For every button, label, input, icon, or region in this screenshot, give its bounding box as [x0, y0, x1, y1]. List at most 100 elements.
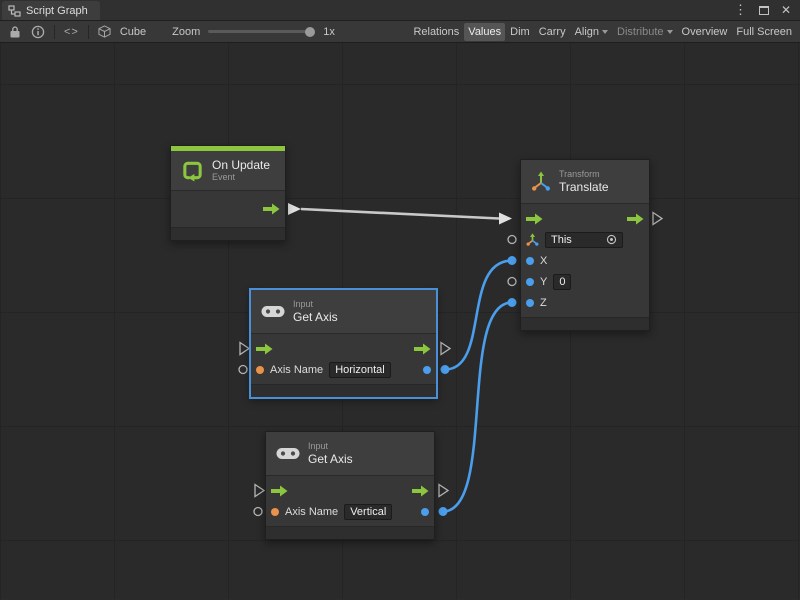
- axis-name-input-port[interactable]: [271, 508, 279, 516]
- node-title: Get Axis: [308, 452, 353, 466]
- flow-row: [266, 480, 434, 501]
- node-on-update[interactable]: On Update Event: [170, 145, 286, 241]
- zoom-slider-handle[interactable]: [305, 27, 315, 37]
- getaxis-v-flow-out-indicator[interactable]: [439, 485, 448, 497]
- axis-name-row: Axis Name Vertical: [266, 501, 434, 522]
- lock-icon: [9, 25, 21, 39]
- connection-horizontal-to-x[interactable]: [441, 256, 517, 374]
- y-value-field[interactable]: 0: [553, 274, 571, 290]
- translate-flow-out-indicator[interactable]: [653, 213, 662, 225]
- result-output-port[interactable]: [423, 366, 431, 374]
- node-get-axis-horizontal[interactable]: Input Get Axis Axis Name Horizontal: [250, 289, 437, 398]
- window-controls: ⋮ ✕: [734, 0, 800, 20]
- overview-button[interactable]: Overview: [678, 23, 732, 41]
- node-title: Get Axis: [293, 310, 338, 324]
- axis-name-row: Axis Name Horizontal: [251, 359, 436, 380]
- close-icon[interactable]: ✕: [781, 3, 791, 17]
- zoom-value: 1x: [319, 26, 339, 38]
- flow-row: [521, 208, 649, 229]
- node-footer: [521, 317, 649, 330]
- info-button[interactable]: [26, 21, 50, 42]
- axis-name-label: Axis Name: [285, 506, 338, 518]
- result-output-port[interactable]: [421, 508, 429, 516]
- flow-input-port[interactable]: [256, 343, 273, 355]
- port-row-z: Z: [521, 292, 649, 313]
- node-subtitle: Event: [212, 172, 270, 183]
- getaxis-h-name-port-indicator[interactable]: [239, 366, 247, 374]
- dim-button[interactable]: Dim: [506, 23, 534, 41]
- z-input-port[interactable]: [526, 299, 534, 307]
- port-row-x: X: [521, 250, 649, 271]
- x-input-port[interactable]: [526, 257, 534, 265]
- fullscreen-button[interactable]: Full Screen: [732, 23, 796, 41]
- window-menu-icon[interactable]: ⋮: [734, 2, 747, 18]
- flow-output-port[interactable]: [412, 485, 429, 497]
- node-category: Transform: [559, 169, 609, 180]
- axis-name-input-port[interactable]: [256, 366, 264, 374]
- chevron-down-icon: [667, 30, 673, 34]
- relations-label: Relations: [413, 26, 459, 38]
- node-footer: [251, 384, 436, 397]
- script-graph-icon: [8, 5, 21, 17]
- zoom-label: Zoom: [168, 26, 204, 38]
- port-row-y: Y 0: [521, 271, 649, 292]
- window-titlebar: Script Graph ⋮ ✕: [0, 0, 800, 21]
- graph-toolbar: <> Cube Zoom 1x Relations Values Dim Car…: [0, 21, 800, 43]
- graph-canvas[interactable]: On Update Event: [0, 43, 800, 599]
- getaxis-h-flow-in-indicator[interactable]: [240, 343, 249, 355]
- connection-flow[interactable]: [288, 203, 512, 225]
- flow-output-port[interactable]: [263, 203, 280, 215]
- getaxis-h-flow-out-indicator[interactable]: [441, 343, 450, 355]
- gamepad-icon: [276, 446, 300, 461]
- dim-label: Dim: [510, 26, 530, 38]
- flow-input-port[interactable]: [526, 213, 543, 225]
- values-button[interactable]: Values: [464, 23, 505, 41]
- transform-mini-icon: [526, 233, 539, 247]
- transform-icon: [531, 171, 551, 193]
- y-input-port[interactable]: [526, 278, 534, 286]
- translate-this-port-indicator[interactable]: [508, 236, 516, 244]
- node-footer: [266, 526, 434, 539]
- target-object[interactable]: [93, 21, 116, 42]
- axis-name-label: Axis Name: [270, 364, 323, 376]
- align-dropdown-button[interactable]: Align: [571, 23, 612, 41]
- node-category: Input: [293, 299, 338, 310]
- flow-input-port[interactable]: [271, 485, 288, 497]
- carry-button[interactable]: Carry: [535, 23, 570, 41]
- flow-output-port[interactable]: [414, 343, 431, 355]
- axis-name-field[interactable]: Vertical: [344, 504, 392, 520]
- node-footer: [171, 227, 285, 240]
- tab-script-graph[interactable]: Script Graph: [2, 1, 100, 20]
- axis-name-field[interactable]: Horizontal: [329, 362, 391, 378]
- object-name-label: Cube: [116, 26, 150, 38]
- this-value: This: [551, 234, 572, 246]
- node-translate[interactable]: Transform Translate: [520, 159, 650, 331]
- tab-label: Script Graph: [26, 5, 88, 17]
- loop-event-icon: [181, 159, 204, 182]
- target-row: This: [521, 229, 649, 250]
- relations-button[interactable]: Relations: [409, 23, 463, 41]
- toolbar-separator: [54, 25, 55, 39]
- translate-y-port-indicator[interactable]: [508, 278, 516, 286]
- getaxis-v-flow-in-indicator[interactable]: [255, 485, 264, 497]
- code-icon: <>: [64, 26, 79, 38]
- carry-label: Carry: [539, 26, 566, 38]
- connection-vertical-to-z[interactable]: [439, 298, 517, 516]
- chevron-down-icon: [602, 30, 608, 34]
- zoom-slider[interactable]: [208, 30, 313, 33]
- toolbar-separator: [88, 25, 89, 39]
- align-label: Align: [575, 26, 599, 38]
- node-category: Input: [308, 441, 353, 452]
- maximize-icon[interactable]: [759, 6, 769, 15]
- lock-button[interactable]: [4, 21, 26, 42]
- distribute-dropdown-button[interactable]: Distribute: [613, 23, 676, 41]
- gamepad-icon: [261, 304, 285, 319]
- object-picker-icon[interactable]: [606, 234, 617, 245]
- flow-output-port[interactable]: [627, 213, 644, 225]
- flow-row: [251, 338, 436, 359]
- getaxis-v-name-port-indicator[interactable]: [254, 508, 262, 516]
- this-object-field[interactable]: This: [545, 232, 623, 248]
- info-icon: [31, 25, 45, 39]
- node-get-axis-vertical[interactable]: Input Get Axis Axis Name Vertical: [265, 431, 435, 540]
- code-view-button[interactable]: <>: [59, 21, 84, 42]
